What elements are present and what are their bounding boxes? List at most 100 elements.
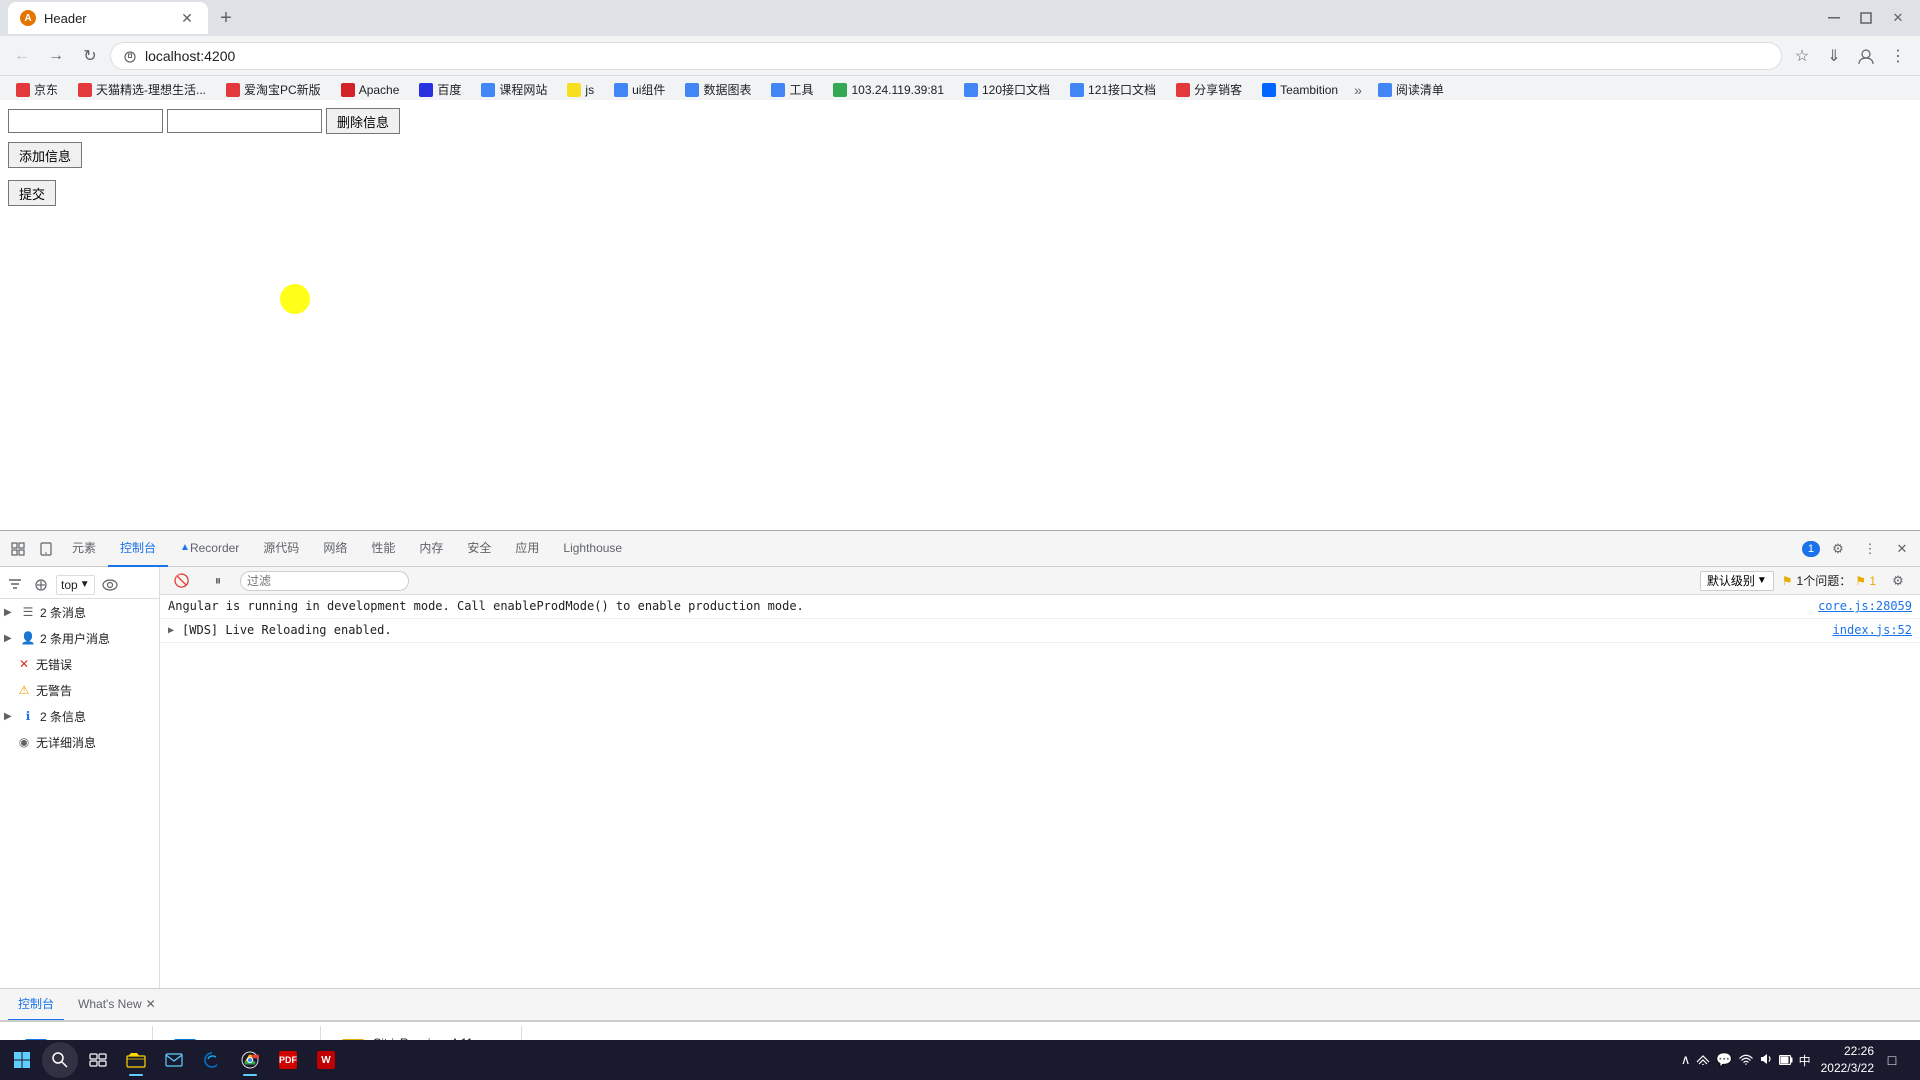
- sidebar-item-verbose[interactable]: ◉ 无详细消息: [0, 729, 159, 755]
- window-maximize-button[interactable]: [1852, 4, 1880, 32]
- add-button[interactable]: 添加信息: [8, 142, 82, 168]
- back-button[interactable]: ←: [8, 42, 36, 70]
- console-eye-button[interactable]: [99, 574, 121, 596]
- devtools-devices-button[interactable]: [32, 535, 60, 563]
- bookmark-teambition[interactable]: Teambition: [1254, 81, 1346, 99]
- bookmark-label: 数据图表: [703, 81, 751, 98]
- warning-icon: ⚠: [16, 682, 32, 698]
- devtools-tab-network[interactable]: 网络: [311, 531, 359, 567]
- devtools-tab-memory[interactable]: 内存: [407, 531, 455, 567]
- filter-dropdown[interactable]: top ▼: [56, 575, 95, 595]
- bookmarks-more-button[interactable]: »: [1350, 80, 1366, 100]
- volume-icon[interactable]: [1759, 1053, 1773, 1068]
- devtools-tab-performance[interactable]: 性能: [359, 531, 407, 567]
- console-filter-input[interactable]: [240, 571, 409, 591]
- bottom-tab-console[interactable]: 控制台: [8, 989, 64, 1021]
- sidebar-item-all-messages[interactable]: ▶ ☰ 2 条消息: [0, 599, 159, 625]
- bookmark-label: js: [585, 83, 594, 97]
- windows-start-button[interactable]: [4, 1042, 40, 1078]
- bookmark-ui[interactable]: ui组件: [606, 79, 673, 100]
- bookmark-course[interactable]: 课程网站: [473, 79, 555, 100]
- bookmark-chart[interactable]: 数据图表: [677, 79, 759, 100]
- bookmark-readlist[interactable]: 阅读清单: [1370, 79, 1452, 100]
- bookmark-share[interactable]: 分享销客: [1168, 79, 1250, 100]
- devtools-tab-application[interactable]: 应用: [503, 531, 551, 567]
- devtools-settings-button[interactable]: ⚙: [1824, 535, 1852, 563]
- console-settings-button[interactable]: ⚙: [1884, 567, 1912, 595]
- devtools-tab-elements[interactable]: 元素: [60, 531, 108, 567]
- bookmark-tmall[interactable]: 天猫精选-理想生活...: [70, 79, 214, 100]
- devtools-close-button[interactable]: ✕: [1888, 535, 1916, 563]
- issues-count-badge[interactable]: ⚑ 1个问题： ⚑ 1: [1782, 572, 1876, 589]
- sidebar-item-user-messages[interactable]: ▶ 👤 2 条用户消息: [0, 625, 159, 651]
- notification-center-button[interactable]: □: [1876, 1042, 1908, 1078]
- devtools-tab-lighthouse[interactable]: Lighthouse: [551, 531, 634, 567]
- bookmark-tools[interactable]: 工具: [763, 79, 821, 100]
- sidebar-filter-btn-1[interactable]: [4, 574, 26, 596]
- devtools-inspect-button[interactable]: [4, 535, 32, 563]
- bookmark-ip[interactable]: 103.24.119.39:81: [825, 81, 952, 99]
- submit-button[interactable]: 提交: [8, 180, 56, 206]
- bookmark-label: 121接口文档: [1088, 81, 1156, 98]
- bottom-tab-whats-new[interactable]: What's New ✕: [68, 989, 166, 1021]
- taskbar-edge[interactable]: [194, 1042, 230, 1078]
- extensions-button[interactable]: ⋮: [1884, 42, 1912, 70]
- bookmark-baidu[interactable]: 百度: [411, 79, 469, 100]
- devtools-tab-recorder[interactable]: ▲ Recorder: [168, 531, 251, 567]
- up-arrow-icon[interactable]: ∧: [1681, 1052, 1691, 1068]
- system-clock[interactable]: 22:26 2022/3/22: [1821, 1043, 1874, 1077]
- bottom-tab-close-icon[interactable]: ✕: [146, 997, 156, 1011]
- devtools-more-button[interactable]: ⋮: [1856, 535, 1884, 563]
- issues-badge[interactable]: 1: [1802, 541, 1820, 557]
- navigation-toolbar: ← → ↻ localhost:4200 ☆ ⇓ ⋮: [0, 36, 1920, 76]
- input-field-1[interactable]: [8, 109, 163, 133]
- wifi-icon[interactable]: [1739, 1053, 1753, 1068]
- taskbar-wps[interactable]: W: [308, 1042, 344, 1078]
- new-tab-button[interactable]: +: [212, 4, 240, 32]
- taskbar-task-view[interactable]: [80, 1042, 116, 1078]
- bookmark-label: 工具: [789, 81, 813, 98]
- forward-button[interactable]: →: [42, 42, 70, 70]
- console-clear-button[interactable]: 🚫: [168, 567, 196, 595]
- devtools-bottom-tabs: 控制台 What's New ✕: [0, 988, 1920, 1020]
- bookmark-api121[interactable]: 121接口文档: [1062, 79, 1164, 100]
- tab-close-btn[interactable]: ✕: [178, 9, 196, 27]
- download-button[interactable]: ⇓: [1820, 42, 1848, 70]
- bookmark-label: 天猫精选-理想生活...: [96, 81, 206, 98]
- windows-logo-icon: [13, 1051, 31, 1069]
- devtools-tab-console[interactable]: 控制台: [108, 531, 168, 567]
- expand-msg-arrow[interactable]: ▶: [168, 622, 174, 638]
- bookmark-js[interactable]: js: [559, 81, 602, 99]
- log-level-dropdown[interactable]: 默认级别 ▼: [1700, 571, 1774, 591]
- taskbar-pdf[interactable]: PDF: [270, 1042, 306, 1078]
- language-indicator[interactable]: 中: [1799, 1052, 1811, 1069]
- bookmark-taobao[interactable]: 爱淘宝PC新版: [218, 79, 329, 100]
- taskbar-explorer[interactable]: [118, 1042, 154, 1078]
- bookmark-jd[interactable]: 京东: [8, 79, 66, 100]
- console-pause-button[interactable]: ⏸: [204, 567, 232, 595]
- devtools-tab-security[interactable]: 安全: [455, 531, 503, 567]
- sidebar-item-errors[interactable]: ✕ 无错误: [0, 651, 159, 677]
- network-icon[interactable]: [1696, 1053, 1710, 1068]
- window-minimize-button[interactable]: [1820, 4, 1848, 32]
- sidebar-item-info[interactable]: ▶ ℹ 2 条信息: [0, 703, 159, 729]
- reload-button[interactable]: ↻: [76, 42, 104, 70]
- bookmark-apache[interactable]: Apache: [333, 81, 408, 99]
- sidebar-filter-btn-2[interactable]: [30, 574, 52, 596]
- profile-button[interactable]: [1852, 42, 1880, 70]
- bookmark-api120[interactable]: 120接口文档: [956, 79, 1058, 100]
- taskbar-chrome[interactable]: [232, 1042, 268, 1078]
- active-tab[interactable]: A Header ✕: [8, 2, 208, 34]
- wechat-icon[interactable]: 💬: [1716, 1052, 1732, 1068]
- devtools-tab-sources[interactable]: 源代码: [251, 531, 311, 567]
- sidebar-item-warnings[interactable]: ⚠ 无警告: [0, 677, 159, 703]
- delete-button[interactable]: 删除信息: [326, 108, 400, 134]
- input-field-2[interactable]: [167, 109, 322, 133]
- taskbar-search-button[interactable]: [42, 1042, 78, 1078]
- bookmark-button[interactable]: ☆: [1788, 42, 1816, 70]
- window-close-button[interactable]: ✕: [1884, 4, 1912, 32]
- battery-icon[interactable]: [1779, 1053, 1793, 1068]
- taskbar-mail[interactable]: [156, 1042, 192, 1078]
- address-bar[interactable]: localhost:4200: [110, 42, 1782, 70]
- search-icon: [52, 1052, 68, 1068]
